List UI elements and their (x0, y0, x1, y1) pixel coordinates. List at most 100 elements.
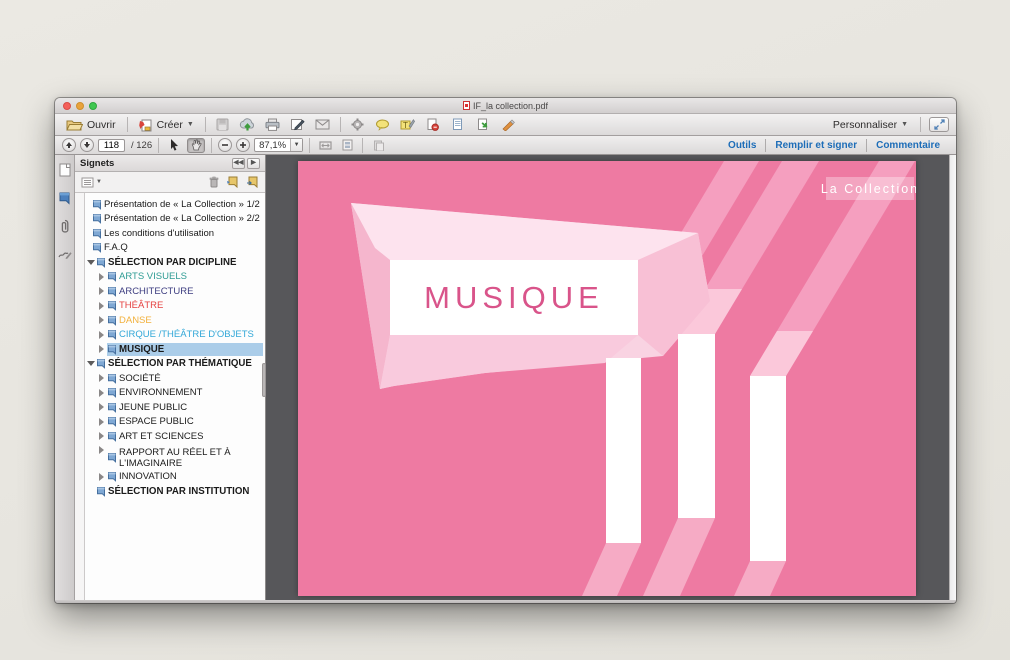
fullscreen-button[interactable] (929, 117, 949, 132)
expand-arrow-icon[interactable] (96, 273, 107, 281)
triangle-glyph (99, 473, 104, 481)
sign-button[interactable] (498, 116, 518, 133)
bookmark-item-musique[interactable]: MUSIQUE (85, 342, 265, 357)
zoom-out-icon (221, 141, 229, 149)
bookmark-item-selection-par-dicipline[interactable]: SÉLECTION PAR DICIPLINE (85, 255, 265, 270)
comment-bubble-icon (375, 119, 390, 131)
cloud-share-button[interactable] (238, 116, 258, 133)
pages-panel-button[interactable] (57, 162, 73, 178)
document-area[interactable]: MUSIQUE La Collection (266, 155, 949, 600)
sidebar-resize-handle[interactable] (262, 363, 266, 397)
bookmark-item-cirque-theatre-d-objets[interactable]: CIRQUE /THÉÂTRE D'OBJETS (85, 328, 265, 343)
cloud-upload-icon (239, 118, 256, 131)
highlight-button[interactable]: T (398, 116, 418, 133)
select-tool-button[interactable] (165, 138, 183, 153)
bookmark-item-environnement[interactable]: ENVIRONNEMENT (85, 386, 265, 401)
expand-arrow-icon[interactable] (96, 287, 107, 295)
bookmark-item-jeune-public[interactable]: JEUNE PUBLIC (85, 400, 265, 415)
expand-arrow-icon[interactable] (96, 473, 107, 481)
collapse-arrow-icon[interactable] (85, 260, 96, 265)
bookmark-item-f-a-q[interactable]: F.A.Q (85, 241, 265, 256)
paste-button[interactable] (369, 138, 387, 153)
bookmark-item-societe[interactable]: SOCIÉTÉ (85, 371, 265, 386)
compose-button[interactable] (288, 116, 308, 133)
title-bar[interactable]: IF_la collection.pdf (55, 98, 956, 114)
collapse-arrow-icon[interactable] (85, 361, 96, 366)
page-number-input[interactable] (98, 139, 125, 152)
bookmark-item-architecture[interactable]: ARCHITECTURE (85, 284, 265, 299)
personalize-button[interactable]: Personnaliser ▼ (829, 118, 912, 132)
bookmark-flag-icon (96, 358, 106, 369)
bookmark-item-presentation-de-la-collection-1-2[interactable]: Présentation de « La Collection » 1/2 (85, 197, 265, 212)
save-button[interactable] (213, 116, 233, 133)
comment-link[interactable]: Commentaire (867, 140, 949, 151)
paste-icon (373, 139, 384, 151)
bookmarks-panel-button[interactable] (57, 190, 73, 206)
expand-arrow-icon[interactable] (96, 446, 107, 454)
attachments-panel-button[interactable] (57, 218, 73, 234)
white-bar-1 (606, 358, 641, 543)
pdf-optimize-button[interactable] (423, 116, 443, 133)
bookmark-item-art-et-sciences[interactable]: ART ET SCIENCES (85, 429, 265, 444)
bookmark-options-button[interactable]: ▼ (81, 177, 102, 188)
signatures-panel-button[interactable] (57, 246, 73, 262)
bookmark-item-arts-visuels[interactable]: ARTS VISUELS (85, 270, 265, 285)
bookmark-arrow-icon[interactable] (246, 176, 259, 188)
comment-button[interactable] (373, 116, 393, 133)
collapse-panel-button[interactable]: ◀◀ (232, 158, 245, 169)
page-up-icon (65, 141, 73, 149)
single-page-view-button[interactable] (338, 138, 356, 153)
pdf-page-musique[interactable]: MUSIQUE La Collection (298, 161, 916, 596)
pdf-pages-button[interactable] (448, 116, 468, 133)
bookmark-flag-icon (92, 213, 103, 224)
bookmark-item-les-conditions-d-utilisation[interactable]: Les conditions d'utilisation (85, 226, 265, 241)
next-page-button[interactable] (80, 138, 94, 152)
bookmark-flag-icon (107, 416, 117, 427)
open-button[interactable]: Ouvrir (62, 117, 120, 132)
expand-arrow-icon[interactable] (96, 403, 107, 411)
expand-arrow-icon[interactable] (96, 418, 107, 426)
next-panel-button[interactable]: ▶ (247, 158, 260, 169)
bookmark-item-theatre[interactable]: THÉÂTRE (85, 299, 265, 314)
scrolling-mode-button[interactable] (316, 138, 334, 153)
trash-icon[interactable] (209, 176, 219, 188)
bookmark-item-selection-par-thematique[interactable]: SÉLECTION PAR THÉMATIQUE (85, 357, 265, 372)
vertical-scrollbar[interactable] (949, 155, 956, 600)
email-button[interactable] (313, 116, 333, 133)
zoom-level-value: 87,1% (255, 140, 290, 151)
expand-arrow-icon[interactable] (96, 432, 107, 440)
chevron-down-icon: ▼ (187, 121, 194, 128)
white-bar-2 (678, 334, 715, 518)
bookmark-item-presentation-de-la-collection-2-2[interactable]: Présentation de « La Collection » 2/2 (85, 212, 265, 227)
bookmark-flag-icon (92, 242, 102, 253)
expand-arrow-icon[interactable] (96, 374, 107, 382)
zoom-in-button[interactable] (236, 138, 250, 152)
bookmark-item-rapport-au-reel-et-a-l-imaginaire[interactable]: RAPPORT AU RÉEL ET À L'IMAGINAIRE (85, 444, 265, 470)
previous-page-button[interactable] (62, 138, 76, 152)
zoom-dropdown-button[interactable]: ▼ (290, 139, 302, 151)
new-bookmark-icon[interactable] (226, 176, 239, 188)
zoom-level-control[interactable]: 87,1% ▼ (254, 138, 303, 152)
bookmark-item-label: SÉLECTION PAR INSTITUTION (107, 485, 252, 498)
print-button[interactable] (263, 116, 283, 133)
expand-arrow-icon[interactable] (96, 389, 107, 397)
signatures-panel-icon (58, 248, 72, 260)
fill-sign-link[interactable]: Remplir et signer (766, 140, 866, 151)
expand-arrow-icon[interactable] (96, 331, 107, 339)
preferences-button[interactable] (348, 116, 368, 133)
expand-arrow-icon[interactable] (96, 302, 107, 310)
create-button[interactable]: Créer ▼ (135, 117, 198, 133)
hand-tool-button[interactable] (187, 138, 205, 153)
bookmark-flag-icon (107, 329, 117, 340)
zoom-out-button[interactable] (218, 138, 232, 152)
bookmark-item-selection-par-institution[interactable]: SÉLECTION PAR INSTITUTION (85, 484, 265, 499)
bookmark-flag-icon (107, 271, 118, 282)
navigation-panel-strip (55, 155, 75, 600)
pdf-export-button[interactable] (473, 116, 493, 133)
expand-arrow-icon[interactable] (96, 345, 107, 353)
expand-arrow-icon[interactable] (96, 316, 107, 324)
tools-link[interactable]: Outils (719, 140, 765, 151)
bookmark-item-espace-public[interactable]: ESPACE PUBLIC (85, 415, 265, 430)
bookmark-item-innovation[interactable]: INNOVATION (85, 470, 265, 485)
bookmark-item-danse[interactable]: DANSE (85, 313, 265, 328)
